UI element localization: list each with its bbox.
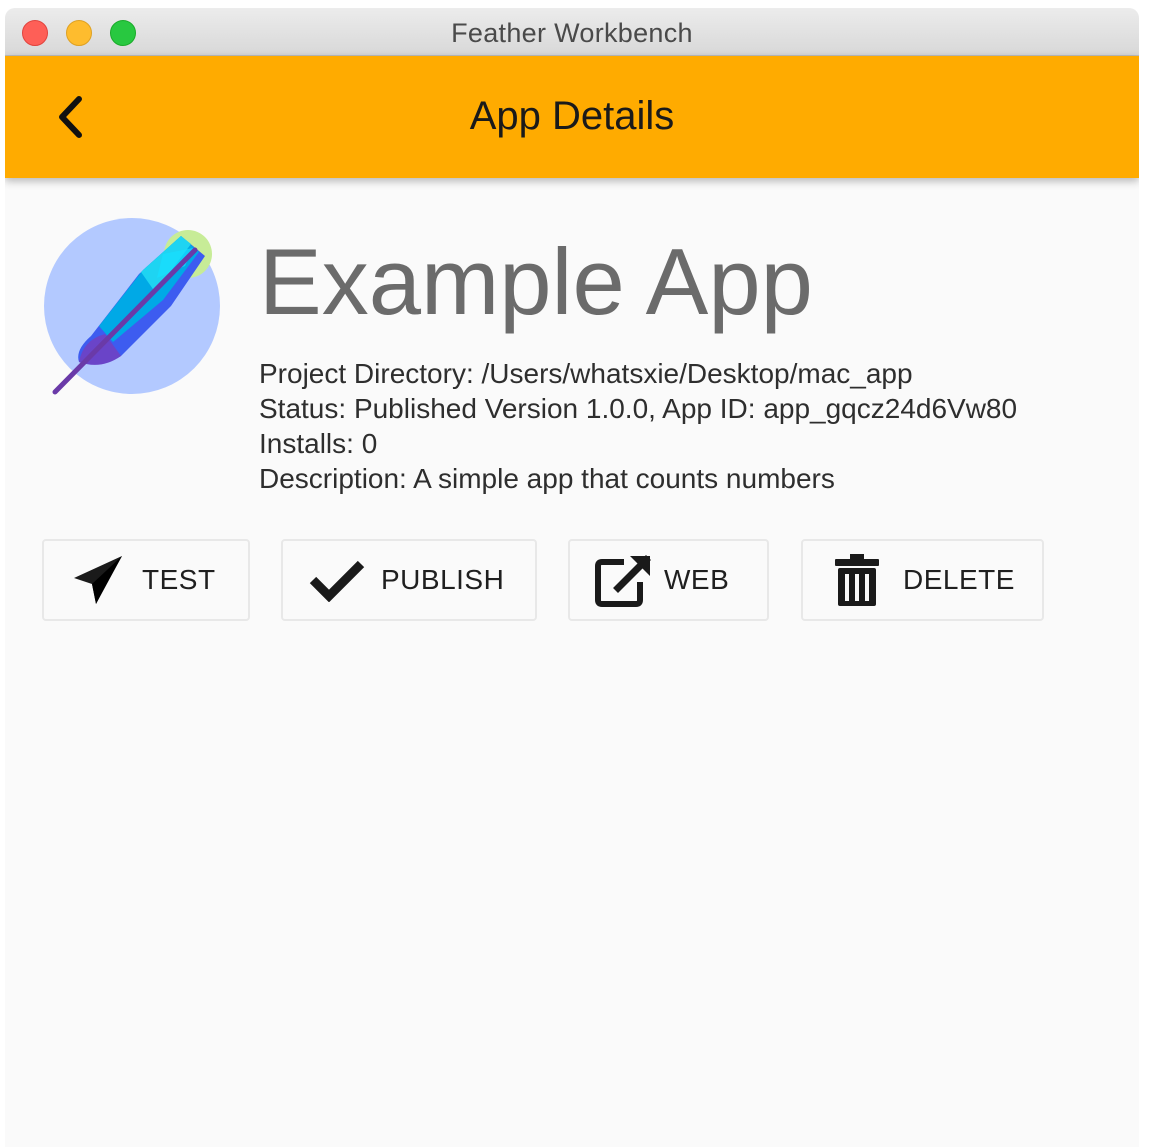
test-button-label: TEST	[142, 564, 216, 595]
web-button[interactable]: WEB	[568, 539, 769, 621]
paper-plane-icon	[68, 550, 128, 610]
app-window: Feather Workbench App Details Example Ap…	[5, 8, 1139, 1147]
web-button-label: WEB	[664, 564, 730, 595]
window-titlebar[interactable]: Feather Workbench	[5, 8, 1139, 56]
installs-text: Installs: 0	[259, 428, 378, 459]
external-link-icon	[594, 550, 654, 610]
description-text: Description: A simple app that counts nu…	[259, 463, 835, 494]
app-bar: App Details	[5, 56, 1139, 178]
app-icon	[43, 216, 221, 396]
trash-icon	[827, 550, 887, 610]
window-title: Feather Workbench	[451, 18, 693, 48]
delete-button-label: DELETE	[903, 564, 1015, 595]
publish-button-label: PUBLISH	[381, 564, 505, 595]
app-details: Project Directory: /Users/whatsxie/Deskt…	[259, 356, 1017, 496]
feather-logo-icon	[44, 218, 220, 395]
app-name: Example App	[259, 229, 813, 334]
publish-button[interactable]: PUBLISH	[281, 539, 537, 621]
checkmark-icon	[307, 550, 367, 610]
test-button[interactable]: TEST	[42, 539, 250, 621]
page-title: App Details	[469, 94, 675, 138]
delete-button[interactable]: DELETE	[801, 539, 1044, 621]
status-text: Status: Published Version 1.0.0, App ID:…	[259, 393, 1018, 424]
action-toolbar: TEST PUBLISH WEB DELETE	[5, 539, 1139, 623]
project-directory-text: Project Directory: /Users/whatsxie/Deskt…	[259, 358, 913, 389]
